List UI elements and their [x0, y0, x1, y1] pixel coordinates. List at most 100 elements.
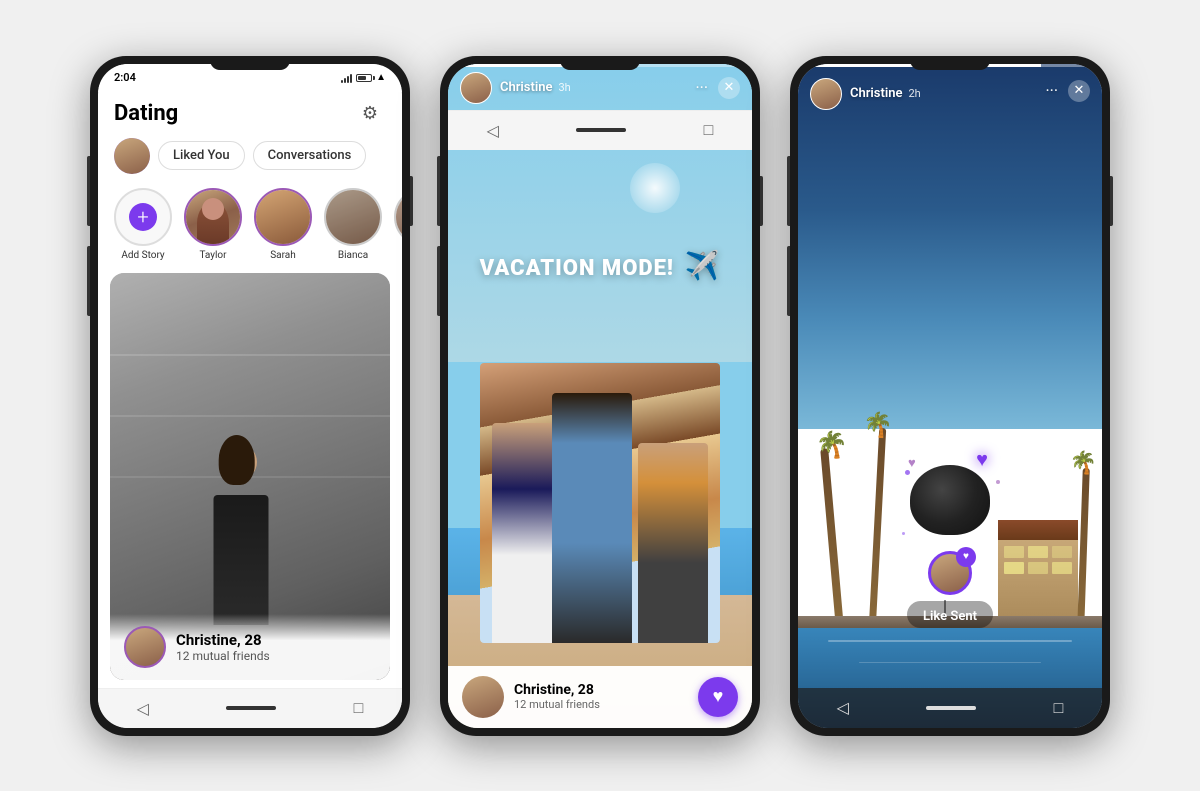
- like-sent-label: Like Sent: [907, 601, 993, 628]
- profile-mutual: 12 mutual friends: [176, 649, 270, 663]
- resort-background: 🌴 🌴 🌴: [798, 64, 1102, 728]
- like-sent-container: ♥ ♥ ♥ Like Sent: [900, 465, 1000, 628]
- add-story-item[interactable]: + Add Story: [114, 188, 172, 261]
- story-close-button-3[interactable]: ✕: [1068, 80, 1090, 102]
- wifi-icon: ▲: [376, 72, 386, 83]
- back-button-3[interactable]: ◁: [837, 698, 849, 717]
- sparkle-3: [902, 532, 905, 535]
- story-user-info-2: Christine 3h: [460, 72, 571, 104]
- status-time: 2:04: [114, 71, 136, 84]
- phone-3: 🌴 🌴 🌴: [790, 56, 1110, 736]
- vacation-text: VACATION MODE! ✈️: [480, 249, 721, 282]
- status-icons: ▲: [341, 72, 386, 83]
- recents-button-3[interactable]: □: [1054, 698, 1064, 718]
- story-header-3: Christine 2h ··· ✕: [798, 64, 1102, 116]
- bottom-nav-3: ◁ □: [798, 688, 1102, 728]
- phone-3-screen: 🌴 🌴 🌴: [798, 64, 1102, 728]
- tabs-row: Liked You Conversations: [98, 138, 402, 184]
- resort-sky: [798, 64, 1102, 429]
- phone-1-screen: 2:04 ▲ Dating ⚙: [98, 64, 402, 728]
- home-bar-2[interactable]: [576, 128, 626, 132]
- back-button-1[interactable]: ◁: [137, 699, 149, 718]
- profile-card[interactable]: Christine, 28 12 mutual friends: [110, 273, 390, 680]
- story-controls-3: ··· ✕: [1045, 80, 1090, 102]
- heart-icon-1: ♥: [976, 447, 988, 472]
- profile-info: Christine, 28 12 mutual friends: [110, 614, 390, 680]
- bottom-nav-2: ◁ □: [448, 110, 752, 150]
- story-sarah[interactable]: Sarah: [254, 188, 312, 261]
- battery-fill: [358, 76, 366, 80]
- palm-tree-1: 🌴: [828, 448, 836, 628]
- phone-notch-1: [210, 56, 290, 70]
- home-bar-3[interactable]: [926, 706, 976, 710]
- profile-text: Christine, 28 12 mutual friends: [176, 631, 270, 663]
- home-bar-1[interactable]: [226, 706, 276, 710]
- story-close-button[interactable]: ✕: [718, 77, 740, 99]
- profile-mini-avatar: [124, 626, 166, 668]
- sarah-label: Sarah: [270, 250, 296, 261]
- palm-tree-2: 🌴: [874, 428, 881, 628]
- resort-building: [998, 538, 1078, 628]
- taylor-label: Taylor: [199, 250, 226, 261]
- story-avatar-3: [810, 78, 842, 110]
- sarah-story-circle: [254, 188, 312, 246]
- story-avatar-2: [460, 72, 492, 104]
- like-sent-screen: 🌴 🌴 🌴: [798, 64, 1102, 728]
- like-orb-area: ♥ ♥: [900, 465, 1000, 545]
- story-sp[interactable]: Sp...: [394, 188, 402, 261]
- story-like-button[interactable]: ♥: [698, 677, 738, 717]
- dating-home-screen: 2:04 ▲ Dating ⚙: [98, 64, 402, 728]
- bottom-nav-1: ◁ □: [98, 688, 402, 728]
- story-profile-left: Christine, 28 12 mutual friends: [462, 676, 600, 718]
- story-username-2: Christine: [500, 80, 553, 95]
- dating-title: Dating: [114, 101, 178, 126]
- story-time-2: 3h: [559, 81, 571, 94]
- liked-you-tab[interactable]: Liked You: [158, 141, 245, 170]
- story-user-info-3: Christine 2h: [810, 78, 921, 110]
- girls-photo: [480, 363, 720, 643]
- user-avatar: [114, 138, 150, 174]
- phone-2: Christine 3h ··· ✕ VACATION MODE! ✈️: [440, 56, 760, 736]
- like-heart-badge: ♥: [956, 547, 976, 567]
- recents-button-2[interactable]: □: [704, 120, 714, 140]
- sparkle-2: [996, 480, 1000, 484]
- profile-name: Christine, 28: [176, 631, 270, 649]
- story-username-3: Christine: [850, 86, 903, 101]
- sparkle-1: [905, 470, 910, 475]
- sp-story-circle: [394, 188, 402, 246]
- signal-icon: [341, 73, 352, 83]
- recents-button-1[interactable]: □: [354, 698, 364, 718]
- story-mini-avatar-2: [462, 676, 504, 718]
- battery-icon: [356, 74, 372, 82]
- story-profile-text: Christine, 28 12 mutual friends: [514, 682, 600, 711]
- story-user-text-3: Christine 2h: [850, 86, 921, 101]
- phone-notch-2: [560, 56, 640, 70]
- phone-1: 2:04 ▲ Dating ⚙: [90, 56, 410, 736]
- stories-row: + Add Story Taylor Sarah: [98, 184, 402, 273]
- story-bianca[interactable]: Bianca: [324, 188, 382, 261]
- like-avatar-container: ♥: [928, 551, 972, 595]
- phone-2-screen: Christine 3h ··· ✕ VACATION MODE! ✈️: [448, 64, 752, 728]
- add-story-circle: +: [114, 188, 172, 246]
- back-button-2[interactable]: ◁: [487, 121, 499, 140]
- bianca-label: Bianca: [338, 250, 368, 261]
- story-more-icon[interactable]: ···: [695, 78, 708, 97]
- phone-notch-3: [910, 56, 990, 70]
- story-profile-card-2: Christine, 28 12 mutual friends ♥: [448, 666, 752, 728]
- story-more-icon-3[interactable]: ···: [1045, 81, 1058, 100]
- settings-button[interactable]: ⚙: [354, 98, 386, 130]
- add-story-label: Add Story: [121, 250, 164, 261]
- add-story-plus-icon: +: [129, 203, 157, 231]
- story-photo-area: [448, 64, 752, 728]
- story-profile-mutual: 12 mutual friends: [514, 698, 600, 711]
- palm-tree-3: 🌴: [1080, 468, 1087, 628]
- heart-icon-2: ♥: [908, 455, 916, 471]
- dating-header: Dating ⚙: [98, 92, 402, 138]
- conversations-tab[interactable]: Conversations: [253, 141, 367, 170]
- like-orb: ♥ ♥: [910, 465, 990, 535]
- story-time-3: 2h: [909, 87, 921, 100]
- story-controls-2: ··· ✕: [695, 77, 740, 99]
- story-taylor[interactable]: Taylor: [184, 188, 242, 261]
- taylor-story-circle: [184, 188, 242, 246]
- plane-emoji: ✈️: [684, 249, 720, 282]
